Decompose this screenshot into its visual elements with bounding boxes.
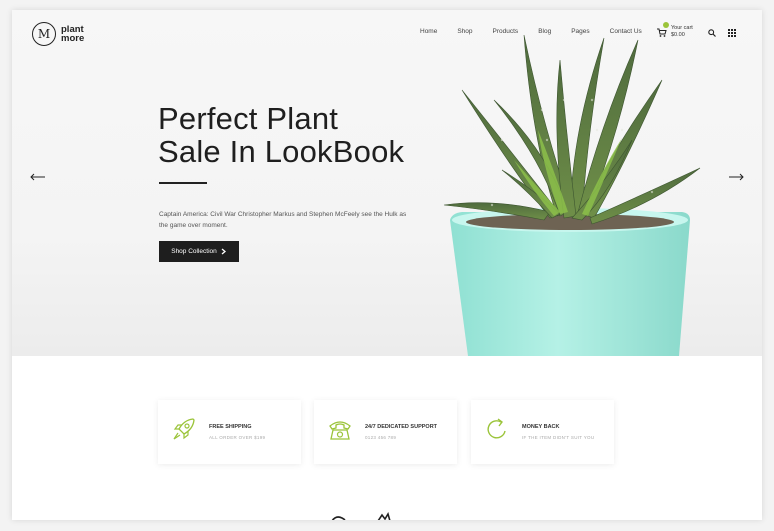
features-section: FREE SHIPPING ALL ORDER OVER $199 24/7 D… — [12, 356, 762, 520]
nav-item-home[interactable]: Home — [420, 28, 437, 35]
cart-label: Your cart — [671, 25, 693, 31]
grid-menu-icon[interactable] — [728, 29, 736, 37]
section-heading-ornament — [331, 512, 391, 520]
feature-title: 24/7 DEDICATED SUPPORT — [365, 424, 438, 430]
hero-plant-image — [443, 34, 701, 356]
feature-title: FREE SHIPPING — [209, 424, 252, 430]
feature-title: MONEY BACK — [522, 424, 560, 430]
hero-title-line-1: Perfect Plant — [158, 101, 339, 136]
hero-title: Perfect Plant Sale In LookBook — [158, 102, 404, 168]
shop-collection-label: Shop Collection — [171, 248, 217, 255]
cart-badge — [663, 22, 669, 28]
site-header: M plant more Home Shop Products Blog Pag… — [12, 10, 762, 56]
arrow-right-icon[interactable] — [728, 173, 744, 181]
nav-item-blog[interactable]: Blog — [538, 28, 551, 35]
feature-subtitle: ALL ORDER OVER $199 — [209, 435, 266, 440]
nav-item-products[interactable]: Products — [493, 28, 519, 35]
rocket-icon — [173, 418, 195, 440]
page-frame: M plant more Home Shop Products Blog Pag… — [12, 10, 762, 520]
logo-wordmark: plant more — [61, 25, 95, 44]
shop-collection-button[interactable]: Shop Collection — [159, 241, 239, 262]
logo-word-2: more — [61, 33, 85, 44]
feature-card-support: 24/7 DEDICATED SUPPORT 0123 456 789 — [314, 400, 457, 464]
nav-item-pages[interactable]: Pages — [571, 28, 589, 35]
telephone-icon — [329, 421, 351, 440]
feature-subtitle: 0123 456 789 — [365, 435, 397, 440]
hero-divider — [159, 182, 207, 184]
cart-amount: $0.00 — [671, 32, 685, 38]
logo-mark: M — [32, 22, 56, 46]
hero-section: M plant more Home Shop Products Blog Pag… — [12, 10, 762, 356]
nav-item-shop[interactable]: Shop — [457, 28, 472, 35]
refresh-icon — [487, 418, 506, 439]
main-nav: Home Shop Products Blog Pages Contact Us — [420, 28, 662, 35]
chevron-right-icon — [221, 248, 226, 255]
hero-title-line-2: Sale In LookBook — [158, 134, 405, 169]
feature-subtitle: IF THE ITEM DIDN'T SUIT YOU — [522, 435, 595, 440]
hero-subtitle: Captain America: Civil War Christopher M… — [159, 210, 407, 229]
arrow-left-icon[interactable] — [30, 173, 46, 181]
brand-logo[interactable]: M plant more — [32, 22, 95, 46]
search-icon[interactable] — [708, 29, 716, 37]
nav-item-contact[interactable]: Contact Us — [610, 28, 642, 35]
feature-card-shipping: FREE SHIPPING ALL ORDER OVER $199 — [158, 400, 301, 464]
cart-icon — [657, 22, 669, 37]
cart-text: Your cart $0.00 — [671, 25, 693, 39]
feature-card-money-back: MONEY BACK IF THE ITEM DIDN'T SUIT YOU — [471, 400, 614, 464]
cart-widget[interactable]: Your cart $0.00 — [657, 22, 693, 39]
